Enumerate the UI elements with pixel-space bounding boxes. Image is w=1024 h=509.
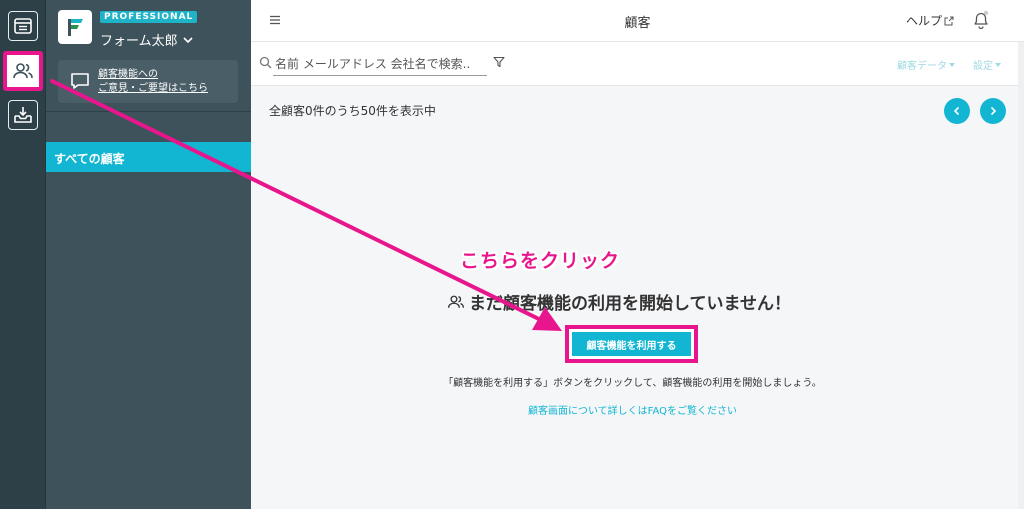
chevron-down-icon [183,36,193,43]
click-here-callout: こちらをクリック [460,250,621,272]
caret-down-icon [949,62,955,67]
feedback-text: 顧客機能への ご意見・ご要望はこちら [98,68,208,96]
help-link[interactable]: ヘルプ [906,12,954,29]
customer-data-label: 顧客データ [897,61,947,72]
search-toolbar: 顧客データ 設定 [251,42,1024,86]
search-icon [259,56,272,69]
help-label: ヘルプ [906,14,943,28]
plan-badge: PROFESSIONAL [100,11,198,23]
chevron-left-icon [953,106,960,116]
sidebar-item-all-customers[interactable]: すべての顧客 [46,142,251,172]
chevron-right-icon [990,106,997,116]
forms-nav-button[interactable] [8,11,38,41]
customer-data-dropdown[interactable]: 顧客データ [897,57,955,72]
feedback-link[interactable]: 顧客機能への ご意見・ご要望はこちら [58,60,238,103]
sidebar-divider [46,111,251,112]
main-content: 顧客 ヘルプ 顧客データ 設定 全顧客0件のうち50件を表示中 まだ顧客機能の利… [251,0,1024,509]
inbox-nav-button[interactable] [8,100,38,130]
sidebar: PROFESSIONAL フォーム太郎 顧客機能への ご意見・ご要望はこちら す… [46,0,251,509]
scrollbar-track[interactable] [1018,42,1024,509]
user-name: フォーム太郎 [100,34,178,49]
faq-link[interactable]: 顧客画面について詳しくはFAQをご覧ください [251,402,1014,417]
empty-state-title: まだ顧客機能の利用を開始していません！ [447,289,791,314]
icon-rail [0,0,46,509]
top-header: 顧客 ヘルプ [251,0,1024,42]
external-link-icon [944,16,954,25]
next-page-button[interactable] [980,98,1006,124]
customers-icon [13,63,33,79]
customer-count: 全顧客0件のうち50件を表示中 [269,104,436,118]
caret-down-icon [995,62,1001,67]
app-logo[interactable] [58,10,92,44]
feedback-line1: 顧客機能への [98,69,158,80]
search-input[interactable] [273,52,487,76]
user-menu[interactable]: フォーム太郎 [100,30,194,49]
prev-page-button[interactable] [944,98,970,124]
enable-customer-feature-button[interactable]: 顧客機能を利用する [572,332,691,356]
filter-icon[interactable] [493,56,505,68]
settings-dropdown[interactable]: 設定 [973,57,1001,72]
customers-icon [447,295,465,308]
feedback-line2: ご意見・ご要望はこちら [98,83,208,94]
inbox-download-icon [14,107,32,123]
formrun-logo-icon [68,19,83,36]
bell-icon[interactable] [972,10,990,30]
cta-highlight: 顧客機能を利用する [565,325,698,363]
forms-icon [14,18,32,34]
customers-nav-button[interactable] [3,51,43,91]
speech-bubble-icon [71,73,89,89]
empty-state-title-text: まだ顧客機能の利用を開始していません！ [469,294,791,314]
empty-state-description: 「顧客機能を利用する」ボタンをクリックして、顧客機能の利用を開始しましょう。 [443,378,822,389]
settings-label: 設定 [973,61,993,72]
